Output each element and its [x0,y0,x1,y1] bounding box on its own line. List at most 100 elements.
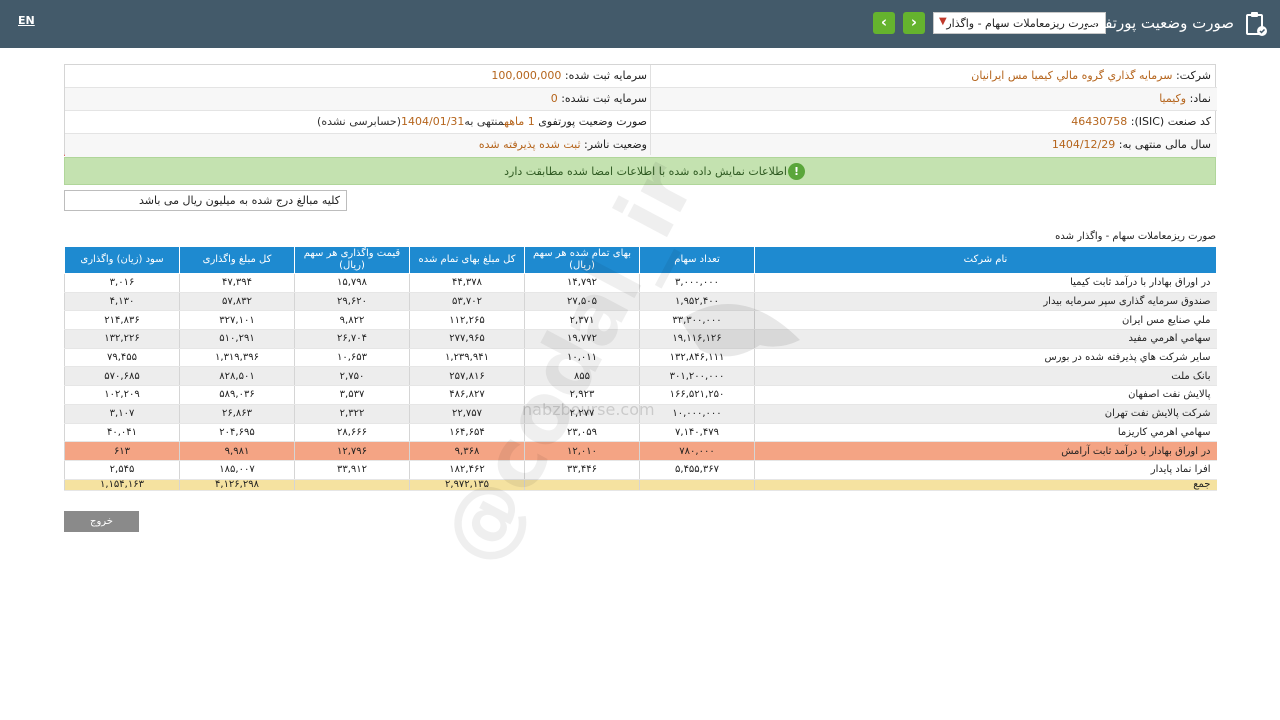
table-row[interactable]: در اوراق بهادار با درآمد ثابت آرامش ۷۸۰,۰… [64,441,1217,461]
cell-unit-price: ۲,۷۵۰ [294,366,410,387]
cell-total-cost: ۲۷۷,۹۶۵ [409,329,525,349]
cell-profit: ۲,۵۴۵ [64,460,180,480]
cell-total-price: ۵۷,۸۳۲ [179,292,295,312]
top-bar: EN ‹ › صورت ریزمعاملات سهام - واگذار ▼ ص… [0,0,1280,48]
signature-notice: ! اطلاعات نمایش داده شده با اطلاعات امضا… [64,157,1216,185]
isic-value: 46430758 [1071,115,1128,128]
table-row[interactable]: شرکت پالایش نفت تهران ۱۰,۰۰۰,۰۰۰ ۲,۲۷۷ ۲۲,۷… [64,404,1217,424]
cell-total-cost: ۴۸۶,۸۲۷ [409,385,525,405]
table-row[interactable]: صندوق سرمایه گذاری سپر سرمایه بیدار ۱,۹۵۲… [64,292,1217,312]
cell-unit-cost: ۸۵۵ [524,366,640,387]
cell-shares: ۱۳۲,۸۴۶,۱۱۱ [639,348,755,368]
fiscal-year-value: 1404/12/29 [1051,138,1116,151]
table-row[interactable]: بانک ملت ۳۰۱,۲۰۰,۰۰۰ ۸۵۵ ۲۵۷,۸۱۶ ۲,۷۵۰ ۸۲۸,۵۰… [64,366,1217,387]
cell-total-price: ۴۷,۳۹۴ [179,273,295,293]
table-row[interactable]: افرا نماد پایدار ۵,۴۵۵,۳۶۷ ۳۳,۴۴۶ ۱۸۲,۴۶۲ ۳۳… [64,460,1217,480]
report-type-select-value: صورت ریزمعاملات سهام - واگذار [946,17,1099,30]
info-row-1: شرکت: سرمایه گذاري گروه مالي كيميا مس اي… [65,65,1217,88]
table-row[interactable]: سایر شرکت هاي پذیرفته شده در بورس ۱۳۲,۸۴۶… [64,348,1217,368]
col-header-shares[interactable]: تعداد سهام [639,246,755,274]
table-total-row: جمع ۲,۹۷۲,۱۳۵ ۴,۱۲۶,۲۹۸ ۱,۱۵۴,۱۶۳ [64,479,1217,491]
cell-total-cost: ۱۶۴,۶۵۴ [409,423,525,443]
cell-unit-price: ۱۵,۷۹۸ [294,273,410,293]
previous-button[interactable]: ‹ [873,12,895,34]
cell-unit-price: ۱۲,۷۹۶ [294,441,410,461]
cell-shares: ۳۰۱,۲۰۰,۰۰۰ [639,366,755,387]
cell-profit: ۶۱۳ [64,441,180,461]
cell-shares: ۳,۰۰۰,۰۰۰ [639,273,755,293]
signature-notice-text: اطلاعات نمایش داده شده با اطلاعات امضا ش… [504,165,787,178]
cell-total-price: ۲۶,۸۶۳ [179,404,295,424]
info-icon: ! [788,163,805,180]
exit-button[interactable]: خروج [64,511,139,532]
language-toggle[interactable]: EN [18,14,35,27]
table-row[interactable]: ملي صنايع مس ايران ۳۳,۳۰۰,۰۰۰ ۲,۳۷۱ ۱۱۲,۲۶۵… [64,310,1217,331]
cell-total-price: ۹,۹۸۱ [179,441,295,461]
cell-total-cost: ۱,۲۳۹,۹۴۱ [409,348,525,368]
cell-unit-cost: ۱۹,۷۷۲ [524,329,640,349]
col-header-unit-cost[interactable]: بهای تمام شده هر سهم (ریال) [524,246,640,274]
section-title: صورت ریزمعاملات سهام - واگذار شده [1055,231,1216,242]
info-row-2: نماد: وکیمیا سرمایه ثبت نشده: 0 [65,88,1217,111]
cell-profit: ۴,۱۳۰ [64,292,180,312]
cell-shares: ۷۸۰,۰۰۰ [639,441,755,461]
cell-profit: ۲۱۴,۸۳۶ [64,310,180,331]
cell-profit: ۵۷۰,۶۸۵ [64,366,180,387]
cell-company: در اوراق بهادار با درآمد ثابت کیمیا [754,273,1217,293]
cell-company: سایر شرکت هاي پذیرفته شده در بورس [754,348,1217,368]
clipboard-icon [1246,12,1267,36]
cell-company: در اوراق بهادار با درآمد ثابت آرامش [754,441,1217,461]
next-button[interactable]: › [903,12,925,34]
cell-shares: ۱,۹۵۲,۴۰۰ [639,292,755,312]
capital-value: 100,000,000 [491,69,562,82]
total-unit-cost [524,479,640,491]
cell-total-cost: ۲۵۷,۸۱۶ [409,366,525,387]
report-type-select[interactable]: صورت ریزمعاملات سهام - واگذار ▼ [933,12,1106,34]
cell-unit-price: ۲۹,۶۲۰ [294,292,410,312]
cell-unit-cost: ۳۳,۴۴۶ [524,460,640,480]
publisher-status-value: ثبت شده پذیرفته شده [478,138,581,151]
cell-total-price: ۸۲۸,۵۰۱ [179,366,295,387]
cell-total-price: ۱۸۵,۰۰۷ [179,460,295,480]
cell-total-cost: ۲۲,۷۵۷ [409,404,525,424]
cell-total-cost: ۹,۳۶۸ [409,441,525,461]
table-row[interactable]: پالایش نفت اصفهان ۱۶۶,۵۲۱,۲۵۰ ۲,۹۲۳ ۴۸۶,۸۲۷… [64,385,1217,405]
cell-company: سهامي اهرمي مفيد [754,329,1217,349]
table-row[interactable]: سهامي اهرمي کاریزما ۷,۱۴۰,۴۷۹ ۲۳,۰۵۹ ۱۶۴,۶۵… [64,423,1217,443]
cell-total-cost: ۱۸۲,۴۶۲ [409,460,525,480]
table-row[interactable]: سهامي اهرمي مفيد ۱۹,۱۱۶,۱۲۶ ۱۹,۷۷۲ ۲۷۷,۹۶۵ ۲… [64,329,1217,349]
cell-profit: ۴۰,۰۴۱ [64,423,180,443]
cell-total-cost: ۱۱۲,۲۶۵ [409,310,525,331]
chevron-right-icon: › [910,13,918,31]
table-row[interactable]: در اوراق بهادار با درآمد ثابت کیمیا ۳,۰۰۰… [64,273,1217,293]
col-header-company[interactable]: نام شرکت [754,246,1217,274]
col-header-unit-price[interactable]: قیمت واگذاری هر سهم (ریال) [294,246,410,274]
info-row-4: سال مالی منتهی به: 1404/12/29 وضعیت ناشر… [65,134,1217,157]
col-header-total-cost[interactable]: کل مبلغ بهای تمام شده [409,246,525,274]
col-header-total-price[interactable]: کل مبلغ واگذاری [179,246,295,274]
cell-company: صندوق سرمایه گذاری سپر سرمایه بیدار [754,292,1217,312]
cell-company: سهامي اهرمي کاریزما [754,423,1217,443]
total-company: جمع [754,479,1217,491]
col-header-profit[interactable]: سود (زیان) واگذاری [64,246,180,274]
cell-total-price: ۱,۳۱۹,۳۹۶ [179,348,295,368]
transactions-table: نام شرکت تعداد سهام بهای تمام شده هر سهم… [64,246,1217,491]
cell-unit-cost: ۲,۹۲۳ [524,385,640,405]
total-unit-price [294,479,410,491]
chevron-left-icon: ‹ [880,13,888,31]
cell-profit: ۱۳۲,۲۲۶ [64,329,180,349]
cell-company: بانک ملت [754,366,1217,387]
report-period-field: صورت وضعیت پورتفوی 1 ماههمنتهی به1404/01… [317,115,647,128]
cell-profit: ۱۰۲,۲۰۹ [64,385,180,405]
company-name: سرمایه گذاري گروه مالي كيميا مس ايرانيان [971,69,1173,82]
table-body: در اوراق بهادار با درآمد ثابت کیمیا ۳,۰۰۰… [64,273,1217,491]
cell-unit-price: ۳,۵۳۷ [294,385,410,405]
publisher-status-field: وضعیت ناشر: ثبت شده پذیرفته شده [478,138,647,151]
cell-unit-cost: ۲,۳۷۱ [524,310,640,331]
cell-total-price: ۵۸۹,۰۳۶ [179,385,295,405]
cell-total-price: ۳۲۷,۱۰۱ [179,310,295,331]
unregistered-capital-field: سرمایه ثبت نشده: 0 [550,92,647,105]
cell-company: شرکت پالایش نفت تهران [754,404,1217,424]
cell-shares: ۷,۱۴۰,۴۷۹ [639,423,755,443]
cell-unit-price: ۲۸,۶۶۶ [294,423,410,443]
